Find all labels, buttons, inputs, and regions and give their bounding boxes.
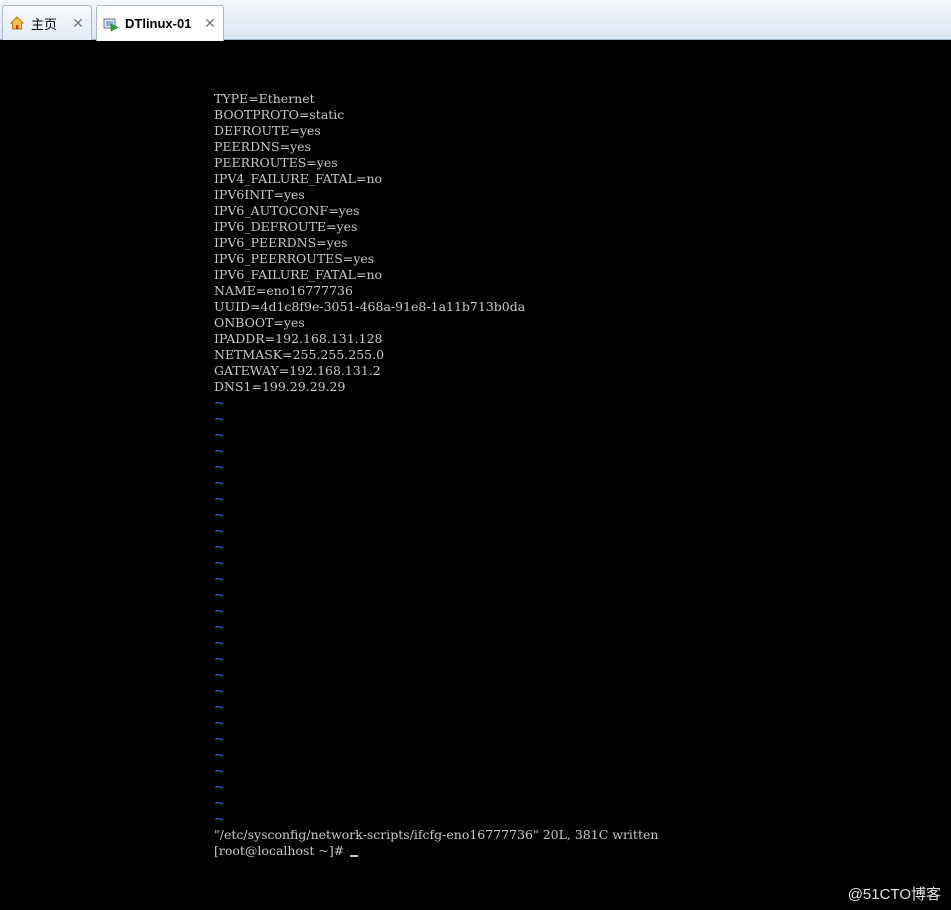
tilde-marker: ~ xyxy=(214,475,225,490)
tilde-marker: ~ xyxy=(214,603,225,618)
config-line: ONBOOT=yes xyxy=(214,315,305,330)
config-line: TYPE=Ethernet xyxy=(214,91,315,106)
config-line: IPV6_PEERROUTES=yes xyxy=(214,251,375,266)
tilde-marker: ~ xyxy=(214,683,225,698)
tilde-marker: ~ xyxy=(214,443,225,458)
tilde-marker: ~ xyxy=(214,811,225,826)
config-line: DEFROUTE=yes xyxy=(214,123,321,138)
tilde-marker: ~ xyxy=(214,507,225,522)
config-line: IPADDR=192.168.131.128 xyxy=(214,331,383,346)
tab-dtlinux-01[interactable]: DTlinux-01 ✕ xyxy=(96,5,224,41)
file-content: TYPE=Ethernet BOOTPROTO=static DEFROUTE=… xyxy=(214,91,525,395)
tilde-marker: ~ xyxy=(214,747,225,762)
tilde-marker: ~ xyxy=(214,651,225,666)
vim-status-line: "/etc/sysconfig/network-scripts/ifcfg-en… xyxy=(214,827,659,842)
tilde-marker: ~ xyxy=(214,619,225,634)
tilde-marker: ~ xyxy=(214,427,225,442)
close-icon[interactable]: ✕ xyxy=(71,15,85,32)
config-line: PEERDNS=yes xyxy=(214,139,311,154)
tab-home-label: 主页 xyxy=(31,16,58,32)
home-icon xyxy=(9,15,25,31)
tilde-marker: ~ xyxy=(214,715,225,730)
tilde-marker: ~ xyxy=(214,763,225,778)
config-line: DNS1=199.29.29.29 xyxy=(214,379,346,394)
shell-prompt-line[interactable]: [root@localhost ~]# xyxy=(214,843,359,859)
tilde-marker: ~ xyxy=(214,411,225,426)
config-line: NETMASK=255.255.255.0 xyxy=(214,347,385,362)
tilde-marker: ~ xyxy=(214,635,225,650)
config-line: UUID=4d1c8f9e-3051-468a-91e8-1a11b713b0d… xyxy=(214,299,526,314)
empty-line-markers: ~ ~ ~ ~ ~ ~ ~ ~ ~ ~ ~ ~ ~ ~ ~ ~ ~ ~ ~ ~ ~ ~ ~ ~ ~ ~ ~ xyxy=(214,395,224,827)
config-line: BOOTPROTO=static xyxy=(214,107,345,122)
tilde-marker: ~ xyxy=(214,571,225,586)
watermark: @51CTO博客 xyxy=(847,886,941,903)
config-line: IPV6_DEFROUTE=yes xyxy=(214,219,358,234)
config-line: IPV6_AUTOCONF=yes xyxy=(214,203,360,218)
tilde-marker: ~ xyxy=(214,459,225,474)
text-cursor xyxy=(350,855,359,857)
tilde-marker: ~ xyxy=(214,539,225,554)
tilde-marker: ~ xyxy=(214,395,225,410)
shell-prompt: [root@localhost ~]# xyxy=(214,843,345,858)
tilde-marker: ~ xyxy=(214,667,225,682)
tilde-marker: ~ xyxy=(214,795,225,810)
tilde-marker: ~ xyxy=(214,779,225,794)
config-line: IPV4_FAILURE_FATAL=no xyxy=(214,171,383,186)
vm-console[interactable]: TYPE=Ethernet BOOTPROTO=static DEFROUTE=… xyxy=(0,41,951,910)
config-line: IPV6INIT=yes xyxy=(214,187,305,202)
close-icon[interactable]: ✕ xyxy=(203,15,217,32)
config-line: IPV6_PEERDNS=yes xyxy=(214,235,348,250)
tilde-marker: ~ xyxy=(214,699,225,714)
config-line: GATEWAY=192.168.131.2 xyxy=(214,363,381,378)
tab-home[interactable]: 主页 ✕ xyxy=(2,5,92,40)
tilde-marker: ~ xyxy=(214,491,225,506)
tilde-marker: ~ xyxy=(214,523,225,538)
config-line: NAME=eno16777736 xyxy=(214,283,353,298)
tilde-marker: ~ xyxy=(214,731,225,746)
config-line: IPV6_FAILURE_FATAL=no xyxy=(214,267,383,282)
vm-running-icon xyxy=(103,16,119,32)
config-line: PEERROUTES=yes xyxy=(214,155,338,170)
tilde-marker: ~ xyxy=(214,555,225,570)
tilde-marker: ~ xyxy=(214,587,225,602)
tab-bar: 主页 ✕ DTlinux-01 ✕ xyxy=(0,0,951,41)
tab-dtlinux-01-label: DTlinux-01 xyxy=(125,16,192,31)
